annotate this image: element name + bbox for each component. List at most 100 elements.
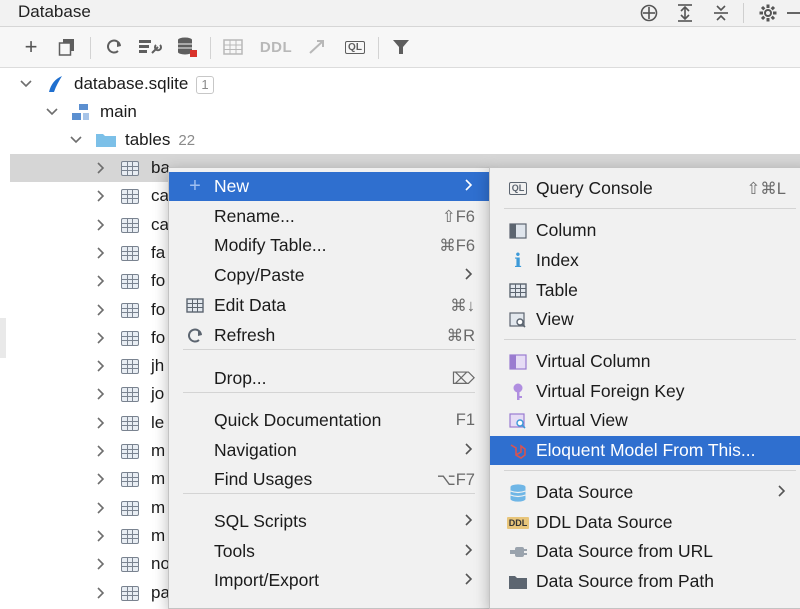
chevron-right-icon[interactable] [95, 388, 107, 400]
table-icon [121, 444, 139, 459]
folder-icon [508, 572, 528, 592]
submenu-item-virtual-foreign-key[interactable]: Virtual Foreign Key [490, 377, 800, 406]
tree-node-tables[interactable]: tables 22 [0, 126, 800, 154]
menu-item-tools[interactable]: Tools [169, 537, 489, 566]
title-actions [625, 0, 800, 26]
gear-icon[interactable] [756, 2, 780, 24]
chevron-right-icon[interactable] [95, 162, 107, 174]
menu-item-label: Find Usages [214, 469, 313, 489]
chevron-right-icon[interactable] [95, 219, 107, 231]
menu-item-label: Refresh [214, 325, 276, 345]
menu-item-label: Query Console [536, 178, 653, 198]
chevron-right-icon [778, 484, 786, 501]
chevron-right-icon[interactable] [95, 360, 107, 372]
table-icon [121, 585, 139, 601]
menu-item-find-usages[interactable]: Find Usages ⌥F7 [169, 465, 489, 494]
crosshair-icon[interactable] [637, 2, 661, 24]
key-icon [508, 382, 528, 402]
chevron-right-icon[interactable] [95, 332, 107, 344]
table-name: fa [151, 242, 166, 262]
plus-icon: + [189, 175, 201, 197]
count-badge: 1 [196, 76, 214, 94]
add-icon[interactable]: + [20, 34, 42, 59]
chevron-right-icon [465, 267, 473, 284]
menu-item-label: Data Source [536, 482, 634, 502]
chevron-right-icon[interactable] [95, 558, 107, 570]
view-icon [508, 310, 528, 330]
url-plug-icon [508, 542, 528, 562]
menu-item-label: Eloquent Model From This... [536, 440, 756, 460]
refresh-icon[interactable] [103, 35, 125, 59]
submenu-item-query-console[interactable]: QL Query Console ⇧⌘L [490, 174, 800, 203]
submenu-item-data-source[interactable]: Data Source [490, 478, 800, 507]
menu-item-label: Tools [214, 541, 255, 561]
menu-item-rename[interactable]: Rename... ⇧F6 [169, 202, 489, 231]
chevron-right-icon[interactable] [95, 530, 107, 542]
chevron-right-icon [465, 442, 473, 459]
schema-wrench-icon[interactable] [137, 35, 163, 59]
filter-icon[interactable] [390, 35, 412, 59]
submenu-item-table[interactable]: Table [490, 276, 800, 305]
chevron-right-icon[interactable] [95, 445, 107, 457]
query-console-icon[interactable]: QL [343, 35, 367, 59]
menu-item-edit-data[interactable]: Edit Data ⌘↓ [169, 291, 489, 320]
database-stop-icon[interactable] [175, 35, 199, 59]
ddl-icon: DDL [506, 516, 530, 529]
menu-item-modify-table[interactable]: Modify Table... ⌘F6 [169, 231, 489, 260]
chevron-right-icon[interactable] [95, 303, 107, 316]
menu-item-label: Index [536, 250, 579, 270]
chevron-down-icon[interactable] [46, 106, 58, 118]
chevron-right-icon[interactable] [95, 417, 107, 429]
laravel-icon [508, 441, 528, 461]
chevron-right-icon[interactable] [95, 502, 107, 514]
chevron-right-icon[interactable] [95, 247, 107, 259]
submenu-item-eloquent-model-from-this[interactable]: Eloquent Model From This... [490, 436, 800, 465]
menu-item-label: Virtual Column [536, 351, 651, 371]
tool-window-header: Database [0, 0, 800, 27]
submenu-item-virtual-view[interactable]: Virtual View [490, 406, 800, 435]
menu-item-copy-paste[interactable]: Copy/Paste [169, 261, 489, 290]
submenu-item-index[interactable]: i Index [490, 246, 800, 275]
menu-item-refresh[interactable]: Refresh ⌘R [169, 321, 489, 350]
table-grid-icon[interactable] [222, 35, 244, 59]
tree-node-database[interactable]: database.sqlite 1 [0, 70, 800, 98]
menu-item-sql-scripts[interactable]: SQL Scripts [169, 507, 489, 536]
ddl-button[interactable]: DDL [258, 35, 294, 59]
menu-item-quick-documentation[interactable]: Quick Documentation F1 [169, 406, 489, 435]
chevron-right-icon[interactable] [95, 275, 107, 287]
shortcut-label: F1 [455, 411, 475, 429]
schema-icon [71, 103, 91, 126]
schema-label: main [100, 102, 137, 121]
menu-item-navigation[interactable]: Navigation [169, 436, 489, 465]
tree-node-schema[interactable]: main [0, 98, 800, 126]
duplicate-icon[interactable] [56, 35, 78, 59]
submenu-item-view[interactable]: View [490, 305, 800, 334]
menu-item-drop[interactable]: Drop... ⌦ [169, 364, 489, 393]
expand-all-icon[interactable] [673, 2, 697, 24]
submenu-item-ddl-data-source[interactable]: DDL DDL Data Source [490, 508, 800, 537]
menu-item-new[interactable]: + New [169, 172, 489, 201]
table-icon [121, 387, 139, 403]
submenu-item-column[interactable]: Column [490, 216, 800, 245]
shortcut-label: ⌘F6 [439, 236, 475, 255]
chevron-down-icon[interactable] [70, 134, 82, 146]
collapse-all-icon[interactable] [709, 2, 733, 24]
menu-item-label: New [214, 176, 250, 196]
sqlite-icon [45, 74, 65, 99]
minimize-icon[interactable] [786, 2, 800, 24]
virtual-column-icon [508, 352, 528, 372]
submenu-item-data-source-from-url[interactable]: Data Source from URL [490, 537, 800, 566]
menu-item-label: Column [536, 220, 597, 240]
chevron-right-icon[interactable] [95, 190, 107, 202]
menu-item-import-export[interactable]: Import/Export [169, 566, 489, 595]
submenu-item-virtual-column[interactable]: Virtual Column [490, 347, 800, 376]
table-icon [121, 415, 139, 431]
chevron-down-icon[interactable] [20, 78, 32, 90]
jump-to-icon[interactable] [306, 35, 330, 59]
divider [378, 37, 379, 59]
table-icon [121, 161, 139, 176]
chevron-right-icon[interactable] [95, 473, 107, 485]
shortcut-label: ⇧F6 [441, 207, 475, 226]
tree-node-label: database.sqlite 1 [74, 74, 214, 94]
submenu-item-data-source-from-path[interactable]: Data Source from Path [490, 567, 800, 596]
